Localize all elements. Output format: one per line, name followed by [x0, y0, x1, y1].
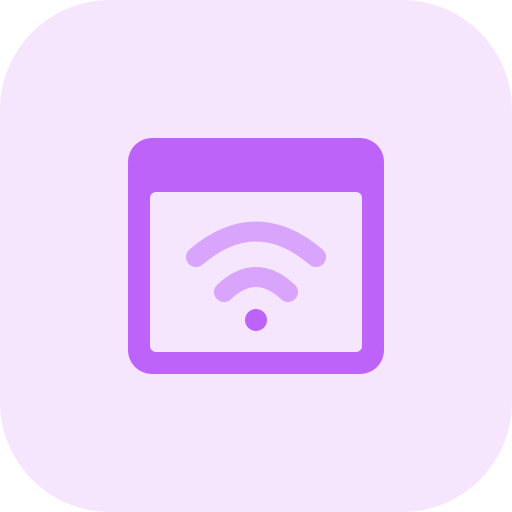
wifi-dot	[245, 309, 267, 331]
browser-window-wifi-icon	[0, 0, 512, 512]
app-icon-tile	[0, 0, 512, 512]
